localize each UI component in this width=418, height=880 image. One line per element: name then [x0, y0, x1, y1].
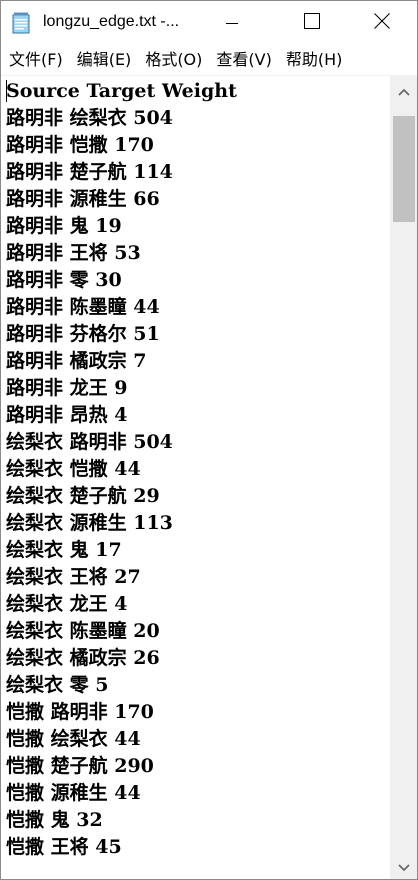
text-line: 绘梨衣 源稚生 113 — [6, 512, 173, 534]
menu-format[interactable]: 格式(O) — [138, 45, 209, 75]
minimize-icon — [226, 14, 238, 33]
menu-help[interactable]: 帮助(H) — [279, 45, 350, 75]
text-line: 恺撒 鬼 32 — [6, 809, 103, 831]
maximize-icon — [304, 13, 320, 33]
text-line: 路明非 绘梨衣 504 — [6, 107, 173, 129]
text-line: 恺撒 路明非 170 — [6, 701, 154, 723]
notepad-window: longzu_edge.txt -... 文件(F) 编辑(E) 格式(O) 查… — [0, 0, 418, 880]
close-button[interactable] — [359, 1, 405, 45]
maximize-button[interactable] — [289, 1, 335, 45]
scroll-up-button[interactable] — [390, 78, 417, 103]
text-line: 恺撒 源稚生 44 — [6, 782, 141, 804]
window-title: longzu_edge.txt -... — [43, 13, 180, 30]
text-line: 绘梨衣 陈墨瞳 20 — [6, 620, 160, 642]
text-line: 路明非 橘政宗 7 — [6, 350, 147, 372]
text-line: 路明非 王将 53 — [6, 242, 141, 264]
menu-view[interactable]: 查看(V) — [209, 45, 278, 75]
text-line: 恺撒 楚子航 290 — [6, 755, 154, 777]
text-line: 绘梨衣 龙王 4 — [6, 593, 128, 615]
text-line: 路明非 源稚生 66 — [6, 188, 160, 210]
editor-lines: Source Target Weight 路明非 绘梨衣 504 路明非 恺撒 17… — [6, 78, 237, 861]
vertical-scrollbar[interactable] — [390, 76, 417, 879]
text-line: 路明非 昂热 4 — [6, 404, 128, 426]
notepad-document-icon — [12, 12, 30, 34]
text-line: 路明非 龙王 9 — [6, 377, 128, 399]
text-line: 路明非 零 30 — [6, 269, 122, 291]
menu-file[interactable]: 文件(F) — [1, 45, 70, 75]
text-line: 路明非 鬼 19 — [6, 215, 122, 237]
title-bar[interactable]: longzu_edge.txt -... — [1, 1, 417, 45]
text-line: Source Target Weight — [6, 80, 237, 102]
text-line: 恺撒 绘梨衣 44 — [6, 728, 141, 750]
text-line: 绘梨衣 鬼 17 — [6, 539, 122, 561]
chevron-up-icon — [397, 81, 410, 100]
menu-bar: 文件(F) 编辑(E) 格式(O) 查看(V) 帮助(H) — [1, 45, 417, 76]
menu-edit[interactable]: 编辑(E) — [70, 45, 139, 75]
text-line: 恺撒 王将 45 — [6, 836, 122, 858]
text-line: 绘梨衣 楚子航 29 — [6, 485, 160, 507]
text-line: 路明非 楚子航 114 — [6, 161, 173, 183]
scroll-down-button[interactable] — [390, 854, 417, 879]
chevron-down-icon — [397, 857, 410, 876]
close-icon — [374, 13, 390, 33]
minimize-button[interactable] — [209, 1, 255, 45]
scroll-thumb[interactable] — [393, 116, 415, 222]
text-line: 绘梨衣 王将 27 — [6, 566, 141, 588]
text-line: 路明非 芬格尔 51 — [6, 323, 160, 345]
text-line: 路明非 陈墨瞳 44 — [6, 296, 160, 318]
text-editor[interactable]: Source Target Weight 路明非 绘梨衣 504 路明非 恺撒 17… — [2, 76, 390, 879]
text-line: 路明非 恺撒 170 — [6, 134, 154, 156]
text-line: 绘梨衣 橘政宗 26 — [6, 647, 160, 669]
text-line: 绘梨衣 恺撒 44 — [6, 458, 141, 480]
text-line: 绘梨衣 路明非 504 — [6, 431, 173, 453]
text-line: 绘梨衣 零 5 — [6, 674, 109, 696]
